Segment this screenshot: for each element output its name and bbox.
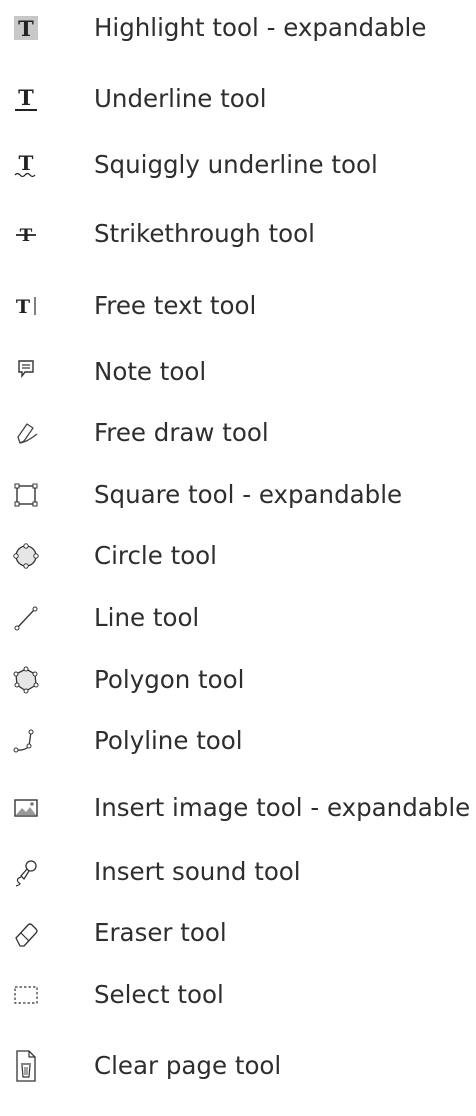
tool-item-select[interactable]: Select tool	[0, 970, 476, 1020]
tool-label: Strikethrough tool	[94, 219, 315, 248]
tool-item-underline[interactable]: T Underline tool	[0, 74, 476, 124]
free-text-icon[interactable]: T	[6, 286, 46, 326]
tool-label: Underline tool	[94, 84, 267, 113]
tool-label: Polygon tool	[94, 665, 245, 694]
eraser-icon[interactable]	[6, 913, 46, 953]
tool-label: Circle tool	[94, 541, 217, 570]
tool-label: Highlight tool - expandable	[94, 13, 427, 42]
tool-item-square[interactable]: Square tool - expandable	[0, 470, 476, 520]
strikethrough-icon[interactable]: T	[6, 214, 46, 254]
tool-label: Line tool	[94, 603, 200, 632]
tool-label: Note tool	[94, 357, 207, 386]
tool-label: Square tool - expandable	[94, 480, 403, 509]
tool-item-free-draw[interactable]: Free draw tool	[0, 408, 476, 458]
polygon-icon[interactable]	[6, 660, 46, 700]
svg-text:T: T	[16, 296, 30, 318]
tool-label: Insert image tool - expandable	[94, 793, 471, 822]
tool-item-line[interactable]: Line tool	[0, 593, 476, 643]
circle-icon[interactable]	[6, 536, 46, 576]
tool-label: Select tool	[94, 980, 224, 1009]
tool-item-free-text[interactable]: T Free text tool	[0, 281, 476, 331]
tool-item-note[interactable]: Note tool	[0, 347, 476, 397]
svg-text:T: T	[19, 151, 34, 175]
select-icon[interactable]	[6, 975, 46, 1015]
tool-item-polyline[interactable]: Polyline tool	[0, 716, 476, 766]
square-icon[interactable]	[6, 475, 46, 515]
tool-item-clear-page[interactable]: Clear page tool	[0, 1041, 476, 1091]
polyline-icon[interactable]	[6, 721, 46, 761]
tool-label: Free draw tool	[94, 418, 269, 447]
svg-text:T: T	[18, 85, 34, 110]
underline-icon[interactable]: T	[6, 79, 46, 119]
note-icon[interactable]	[6, 352, 46, 392]
tool-item-strikethrough[interactable]: T Strikethrough tool	[0, 209, 476, 259]
tool-item-eraser[interactable]: Eraser tool	[0, 908, 476, 958]
tool-item-highlight[interactable]: T Highlight tool - expandable	[0, 3, 476, 53]
tool-item-insert-image[interactable]: Insert image tool - expandable	[0, 783, 476, 833]
squiggly-underline-icon[interactable]: T	[6, 145, 46, 185]
tool-item-circle[interactable]: Circle tool	[0, 531, 476, 581]
tool-label: Insert sound tool	[94, 857, 301, 886]
free-draw-icon[interactable]	[6, 413, 46, 453]
tool-label: Clear page tool	[94, 1051, 282, 1080]
svg-text:T: T	[20, 226, 33, 246]
line-icon[interactable]	[6, 598, 46, 638]
clear-page-icon[interactable]	[6, 1046, 46, 1086]
insert-sound-icon[interactable]	[6, 852, 46, 892]
tool-item-insert-sound[interactable]: Insert sound tool	[0, 847, 476, 897]
tool-item-polygon[interactable]: Polygon tool	[0, 655, 476, 705]
tool-label: Eraser tool	[94, 918, 227, 947]
highlight-icon[interactable]: T	[6, 8, 46, 48]
insert-image-icon[interactable]	[6, 788, 46, 828]
tool-item-squiggly-underline[interactable]: T Squiggly underline tool	[0, 140, 476, 190]
tool-label: Free text tool	[94, 291, 257, 320]
tool-label: Polyline tool	[94, 726, 243, 755]
svg-text:T: T	[18, 16, 34, 41]
tool-label: Squiggly underline tool	[94, 150, 378, 179]
